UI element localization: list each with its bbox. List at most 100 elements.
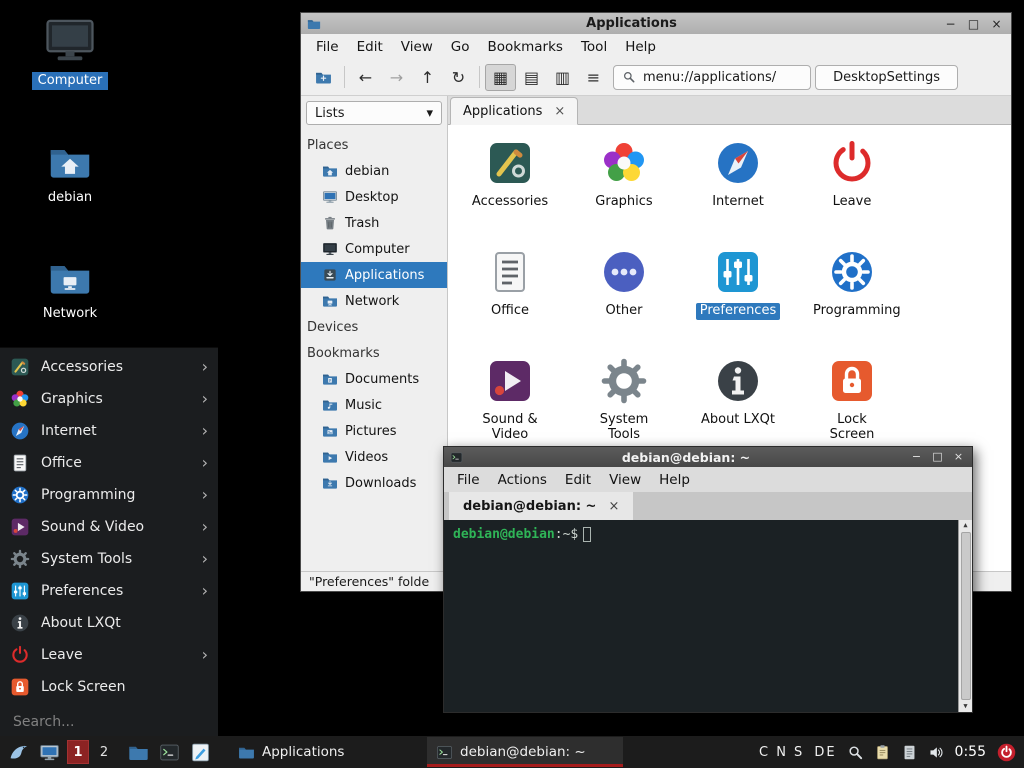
thumbnail-view-button[interactable]: ▤ <box>516 64 547 91</box>
submenu-arrow-icon: › <box>202 487 208 503</box>
app-item-preferences[interactable]: Preferences <box>681 243 795 352</box>
close-button[interactable]: × <box>988 15 1005 33</box>
terminal-titlebar[interactable]: debian@debian: ~ − □ × <box>444 447 972 467</box>
app-menu-button[interactable] <box>4 737 33 767</box>
tab-close-icon[interactable]: × <box>554 104 565 119</box>
keyboard-layout[interactable]: DE <box>814 745 836 760</box>
icon-view-button[interactable]: ▦ <box>485 64 516 91</box>
menu-item-system-tools[interactable]: System Tools › <box>0 543 218 575</box>
app-item-lock-screen[interactable]: Lock Screen <box>795 352 909 461</box>
menu-edit[interactable]: Edit <box>556 472 600 488</box>
sidebar-item-desktop[interactable]: Desktop <box>301 184 447 210</box>
clock[interactable]: 0:55 <box>955 744 986 760</box>
task-terminal[interactable]: debian@debian: ~ <box>427 737 623 767</box>
menu-view[interactable]: View <box>600 472 650 488</box>
scroll-down-icon[interactable]: ▼ <box>963 702 967 711</box>
terminal-screen[interactable]: debian@debian:~$ ▲ ▼ <box>444 520 972 712</box>
terminal-scrollbar[interactable]: ▲ ▼ <box>958 520 972 712</box>
terminal-tab[interactable]: debian@debian: ~ × <box>449 492 633 520</box>
sidebar-item-trash[interactable]: Trash <box>301 210 447 236</box>
launcher-editor[interactable] <box>186 737 215 767</box>
sidebar-item-pictures[interactable]: Pictures <box>301 418 447 444</box>
reload-button[interactable]: ↻ <box>443 64 474 91</box>
clipboard-tray-icon[interactable] <box>874 744 891 761</box>
menu-help[interactable]: Help <box>650 472 699 488</box>
launcher-terminal[interactable] <box>155 737 184 767</box>
minimize-button[interactable]: − <box>909 448 924 466</box>
app-item-about-lxqt[interactable]: About LXQt <box>681 352 795 461</box>
maximize-button[interactable]: □ <box>930 448 945 466</box>
menu-go[interactable]: Go <box>442 39 479 55</box>
app-item-sound-video[interactable]: Sound & Video <box>453 352 567 461</box>
app-item-programming[interactable]: Programming <box>795 243 909 352</box>
sidebar-item-downloads[interactable]: Downloads <box>301 470 447 496</box>
menu-bookmarks[interactable]: Bookmarks <box>479 39 572 55</box>
menu-item-graphics[interactable]: Graphics › <box>0 383 218 415</box>
menu-file[interactable]: File <box>448 472 489 488</box>
menu-view[interactable]: View <box>392 39 442 55</box>
minimize-button[interactable]: − <box>942 15 959 33</box>
menu-tool[interactable]: Tool <box>572 39 616 55</box>
scroll-up-icon[interactable]: ▲ <box>963 521 967 530</box>
app-item-label: Lock Screen <box>809 412 895 444</box>
workspace-button-1[interactable]: 1 <box>67 740 89 764</box>
app-item-internet[interactable]: Internet <box>681 134 795 243</box>
tab-close-icon[interactable]: × <box>608 499 619 514</box>
sidebar-item-applications[interactable]: Applications <box>301 262 447 288</box>
menu-item-leave[interactable]: Leave › <box>0 639 218 671</box>
maximize-button[interactable]: □ <box>965 15 982 33</box>
sidebar-item-music[interactable]: Music <box>301 392 447 418</box>
tab-applications[interactable]: Applications × <box>450 97 578 125</box>
graphics-icon <box>600 139 648 187</box>
document-tray-icon[interactable] <box>901 744 918 761</box>
show-desktop-button[interactable] <box>35 737 64 767</box>
menu-edit[interactable]: Edit <box>348 39 392 55</box>
app-item-system-tools[interactable]: System Tools <box>567 352 681 461</box>
menu-item-office[interactable]: Office › <box>0 447 218 479</box>
compact-view-button[interactable]: ▥ <box>547 64 578 91</box>
file-manager-titlebar[interactable]: Applications − □ × <box>301 13 1011 34</box>
scrollbar-thumb[interactable] <box>961 532 971 700</box>
desktop-icon-network[interactable]: Network <box>22 256 118 323</box>
menu-help[interactable]: Help <box>616 39 665 55</box>
app-item-leave[interactable]: Leave <box>795 134 909 243</box>
address-bar[interactable]: menu://applications/ <box>613 65 811 90</box>
menu-item-sound-video[interactable]: Sound & Video › <box>0 511 218 543</box>
menu-item-internet[interactable]: Internet › <box>0 415 218 447</box>
launcher-file-manager[interactable] <box>124 737 153 767</box>
keyboard-indicator[interactable]: C N S <box>759 745 804 760</box>
sidebar-item-network[interactable]: Network <box>301 288 447 314</box>
close-button[interactable]: × <box>951 448 966 466</box>
sidebar-item-debian[interactable]: debian <box>301 158 447 184</box>
magnifier-tray-icon[interactable] <box>847 744 864 761</box>
power-button-icon[interactable] <box>996 742 1017 763</box>
app-item-other[interactable]: Other <box>567 243 681 352</box>
task-applications[interactable]: Applications <box>229 737 425 767</box>
volume-icon[interactable] <box>928 744 945 761</box>
workspace-button-2[interactable]: 2 <box>93 740 115 764</box>
desktop-icon-computer[interactable]: Computer <box>22 13 118 90</box>
menu-actions[interactable]: Actions <box>489 472 556 488</box>
sidebar-mode-select[interactable]: Lists ▾ <box>306 101 442 125</box>
menu-item-about-lxqt[interactable]: About LXQt <box>0 607 218 639</box>
desktop-icon-debian[interactable]: debian <box>22 140 118 207</box>
menu-search-input[interactable]: Search... <box>0 708 218 736</box>
menu-item-preferences[interactable]: Preferences › <box>0 575 218 607</box>
app-item-office[interactable]: Office <box>453 243 567 352</box>
new-tab-button[interactable] <box>308 64 339 91</box>
menu-item-accessories[interactable]: Accessories › <box>0 351 218 383</box>
app-item-graphics[interactable]: Graphics <box>567 134 681 243</box>
desktop-settings-button[interactable]: DesktopSettings <box>815 65 958 90</box>
up-button[interactable]: ↑ <box>412 64 443 91</box>
menu-item-lock-screen[interactable]: Lock Screen <box>0 671 218 703</box>
menu-item-programming[interactable]: Programming › <box>0 479 218 511</box>
menu-file[interactable]: File <box>307 39 348 55</box>
sidebar-item-videos[interactable]: Videos <box>301 444 447 470</box>
sidebar-item-computer[interactable]: Computer <box>301 236 447 262</box>
forward-button[interactable]: → <box>381 64 412 91</box>
app-item-accessories[interactable]: Accessories <box>453 134 567 243</box>
sidebar-item-documents[interactable]: Documents <box>301 366 447 392</box>
back-button[interactable]: ← <box>350 64 381 91</box>
tab-strip: Applications × <box>448 96 1011 125</box>
detailed-view-button[interactable]: ≡ <box>578 64 609 91</box>
